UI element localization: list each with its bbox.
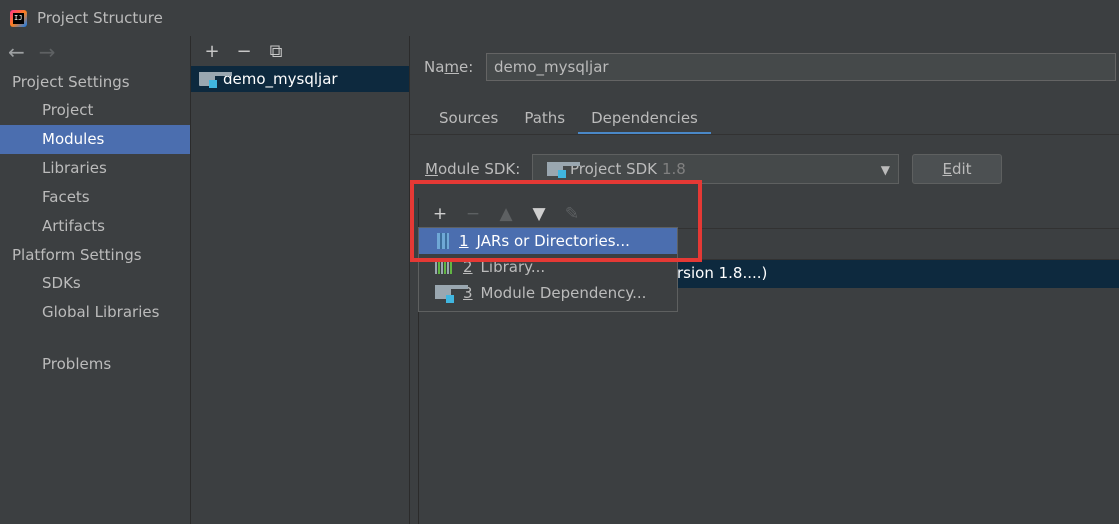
menu-item-module-dependency[interactable]: 3 Module Dependency... xyxy=(419,280,677,306)
modules-toolbar: + − ⧉ xyxy=(191,36,409,66)
remove-dependency-button[interactable]: − xyxy=(462,204,484,224)
intellij-logo-icon: IJ xyxy=(10,9,27,27)
chevron-down-icon: ▼ xyxy=(880,163,890,177)
menu-item-number: 1 xyxy=(459,232,469,250)
add-dependency-button[interactable]: + xyxy=(429,204,451,224)
title-bar: IJ Project Structure xyxy=(0,0,1119,36)
back-arrow-icon[interactable]: ← xyxy=(8,40,25,64)
sidebar-item-modules[interactable]: Modules xyxy=(0,125,190,154)
tabs-divider xyxy=(410,134,1119,135)
move-up-button[interactable]: ▲ xyxy=(495,204,517,224)
sidebar-item-global-libraries[interactable]: Global Libraries xyxy=(0,298,190,327)
edit-sdk-button[interactable]: Edit xyxy=(912,154,1002,184)
menu-item-jars-or-directories[interactable]: 1 JARs or Directories... xyxy=(419,228,677,254)
name-row: Name: xyxy=(424,53,1116,81)
module-icon xyxy=(435,285,468,303)
module-tabs: Sources Paths Dependencies xyxy=(426,104,711,135)
module-sdk-label: Module SDK: xyxy=(425,160,521,178)
sidebar-item-artifacts[interactable]: Artifacts xyxy=(0,212,190,241)
sidebar-item-problems[interactable]: Problems xyxy=(0,350,190,379)
nav-arrows: ← → xyxy=(0,36,190,68)
sidebar-item-project[interactable]: Project xyxy=(0,96,190,125)
move-down-button[interactable]: ▼ xyxy=(528,204,550,224)
module-list-item[interactable]: demo_mysqljar xyxy=(191,66,409,92)
module-name-input[interactable] xyxy=(486,53,1116,81)
module-sdk-row: Module SDK: Project SDK 1.8 ▼ Edit xyxy=(425,154,1002,184)
menu-item-label: Module Dependency... xyxy=(480,284,647,302)
sdk-folder-icon xyxy=(547,162,580,178)
module-folder-icon xyxy=(199,72,232,88)
dependency-row-text: rsion 1.8....) xyxy=(677,264,768,282)
project-settings-header: Project Settings xyxy=(12,73,130,91)
forward-arrow-icon[interactable]: → xyxy=(39,40,56,64)
sidebar-item-facets[interactable]: Facets xyxy=(0,183,190,212)
library-icon xyxy=(435,260,453,274)
module-name: demo_mysqljar xyxy=(223,70,338,88)
window-title: Project Structure xyxy=(37,9,163,27)
dependencies-toolbar: + − ▲ ▼ ✎ xyxy=(429,202,594,226)
sdk-version: 1.8 xyxy=(662,160,686,178)
add-dependency-popup-menu: 1 JARs or Directories... 2 Library... 3 … xyxy=(418,227,678,312)
menu-item-number: 2 xyxy=(463,258,473,276)
tab-paths[interactable]: Paths xyxy=(511,104,578,135)
settings-sidebar: ← → Project Settings Project Modules Lib… xyxy=(0,36,191,524)
menu-item-label: Library... xyxy=(480,258,546,276)
remove-module-button[interactable]: − xyxy=(233,41,255,62)
tab-sources[interactable]: Sources xyxy=(426,104,511,135)
sidebar-item-libraries[interactable]: Libraries xyxy=(0,154,190,183)
module-sdk-select[interactable]: Project SDK 1.8 ▼ xyxy=(532,154,899,184)
tab-dependencies[interactable]: Dependencies xyxy=(578,104,711,135)
copy-module-button[interactable]: ⧉ xyxy=(265,41,287,62)
menu-item-label: JARs or Directories... xyxy=(476,232,630,250)
edit-dependency-button[interactable]: ✎ xyxy=(561,204,583,224)
add-module-button[interactable]: + xyxy=(201,41,223,62)
name-label: Name: xyxy=(424,58,474,76)
jar-icon xyxy=(437,233,449,249)
modules-list-panel: + − ⧉ demo_mysqljar xyxy=(191,36,410,524)
sdk-value: Project SDK xyxy=(570,160,657,178)
menu-item-library[interactable]: 2 Library... xyxy=(419,254,677,280)
platform-settings-header: Platform Settings xyxy=(12,246,142,264)
sidebar-item-sdks[interactable]: SDKs xyxy=(0,269,190,298)
